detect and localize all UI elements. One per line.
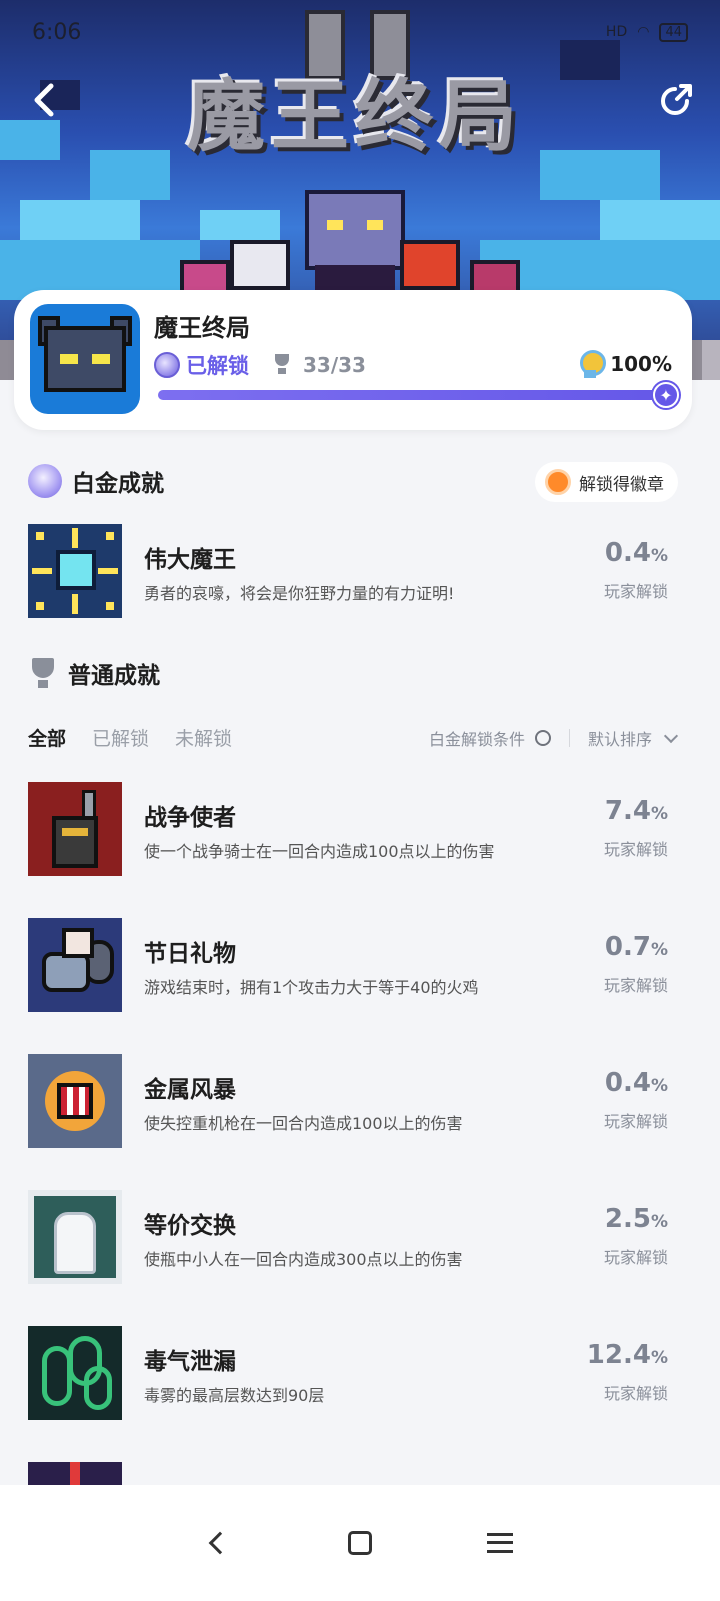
platinum-icon — [28, 464, 62, 498]
banner-logo: 魔王终局 — [186, 72, 523, 162]
completion-percent: 100% — [610, 352, 672, 376]
achievement-rate-label: 玩家解锁 — [603, 1248, 668, 1267]
achievement-desc: 使瓶中小人在一回合内造成300点以上的伤害 — [144, 1250, 463, 1269]
status-bar: 6:06 HD ◠ 44 — [0, 0, 720, 64]
radio-icon[interactable] — [534, 730, 551, 746]
achievement-item[interactable]: 节日礼物 游戏结束时，拥有1个攻击力大于等于40的火鸡 0.7% 玩家解锁 — [28, 918, 678, 1014]
achievement-rate: 12.4% — [586, 1340, 668, 1370]
achievement-desc: 游戏结束时，拥有1个攻击力大于等于40的火鸡 — [144, 978, 479, 997]
platinum-trophy-icon — [154, 352, 180, 378]
status-time: 6:06 — [32, 19, 82, 45]
system-back-button[interactable] — [200, 1523, 240, 1563]
achievement-item[interactable]: 金属风暴 使失控重机枪在一回合内造成100以上的伤害 0.4% 玩家解锁 — [28, 1054, 678, 1150]
wifi-icon: ◠ — [637, 24, 650, 40]
platinum-achievement-item[interactable]: 伟大魔王 勇者的哀嚎，将会是你狂野力量的有力证明! 0.4% 玩家解锁 — [28, 524, 678, 620]
achievement-title: 伟大魔王 — [144, 547, 236, 573]
achievement-title: 金属风暴 — [144, 1077, 236, 1103]
achievement-rate: 7.4% — [604, 796, 668, 826]
medal-icon — [578, 350, 607, 378]
achievement-desc: 使失控重机枪在一回合内造成100以上的伤害 — [144, 1114, 463, 1133]
filter-controls: 白金解锁条件 默认排序 — [429, 726, 679, 750]
completion: 100% — [578, 350, 672, 378]
tab-all[interactable]: 全部 — [28, 724, 66, 751]
metal-storm-icon — [28, 1054, 122, 1148]
tab-unlocked[interactable]: 已解锁 — [92, 724, 149, 751]
achievement-rate: 0.4% — [604, 1068, 668, 1098]
trophy-icon — [28, 656, 58, 690]
achievement-desc: 毒雾的最高层数达到90层 — [144, 1386, 325, 1405]
back-icon — [208, 1531, 232, 1555]
achievement-title: 节日礼物 — [144, 941, 236, 967]
platinum-section-title: 白金成就 — [72, 471, 164, 497]
war-messenger-icon — [28, 782, 122, 876]
badge-icon — [545, 469, 571, 495]
unlock-status: 已解锁 — [186, 354, 249, 378]
achievement-title: 战争使者 — [144, 805, 236, 831]
achievement-rate: 0.4% — [604, 538, 668, 568]
achievement-title: 毒气泄漏 — [144, 1349, 236, 1375]
normal-section-header: 普通成就 — [28, 656, 160, 690]
chevron-left-icon — [34, 83, 54, 117]
sort-dropdown[interactable]: 默认排序 — [588, 726, 652, 750]
demon-king-art — [295, 170, 415, 305]
achievement-rate-label: 玩家解锁 — [603, 840, 668, 859]
achievement-item[interactable]: 等价交换 使瓶中小人在一回合内造成300点以上的伤害 2.5% 玩家解锁 — [28, 1190, 678, 1286]
trophy-count: 33/33 — [303, 353, 366, 377]
achievement-item[interactable]: 战争使者 使一个战争骑士在一回合内造成100点以上的伤害 7.4% 玩家解锁 — [28, 782, 678, 878]
achievement-icon — [28, 1462, 122, 1486]
achievement-desc: 使一个战争骑士在一回合内造成100点以上的伤害 — [144, 842, 495, 861]
poison-leak-icon — [28, 1326, 122, 1420]
system-home-button[interactable] — [340, 1523, 380, 1563]
back-button[interactable] — [22, 78, 66, 122]
system-navigation-bar — [0, 1485, 720, 1601]
share-icon — [661, 84, 692, 115]
platinum-section-header: 白金成就 — [28, 464, 164, 498]
achievement-rate-label: 玩家解锁 — [603, 976, 668, 995]
unlock-badge-label: 解锁得徽章 — [579, 474, 664, 495]
platinum-condition-filter[interactable]: 白金解锁条件 — [429, 726, 525, 750]
achievement-item[interactable]: 毒气泄漏 毒雾的最高层数达到90层 12.4% 玩家解锁 — [28, 1326, 678, 1422]
battery-icon: 44 — [659, 22, 688, 42]
achievement-rate-label: 玩家解锁 — [603, 582, 668, 601]
filter-tabs: 全部 已解锁 未解锁 — [28, 724, 232, 751]
sparkle-icon: ✦ — [653, 382, 679, 408]
game-title: 魔王终局 — [154, 314, 250, 342]
holiday-gift-icon — [28, 918, 122, 1012]
achievement-rate-label: 玩家解锁 — [603, 1384, 668, 1403]
achievement-rate: 0.7% — [604, 932, 668, 962]
home-icon — [348, 1531, 372, 1555]
system-menu-button[interactable] — [480, 1523, 520, 1563]
unlock-status-row: 已解锁 33/33 — [154, 350, 366, 380]
trophy-icon — [273, 354, 291, 376]
signal-icon: HD — [605, 24, 628, 40]
completion-progress-bar: ✦ — [158, 382, 679, 408]
unlock-badge-button[interactable]: 解锁得徽章 — [535, 462, 678, 502]
achievement-rate-label: 玩家解锁 — [603, 1112, 668, 1131]
menu-icon — [487, 1533, 513, 1553]
tab-locked[interactable]: 未解锁 — [175, 724, 232, 751]
achievement-title: 等价交换 — [144, 1213, 236, 1239]
equal-exchange-icon — [28, 1190, 122, 1284]
achievement-desc: 勇者的哀嚎，将会是你狂野力量的有力证明! — [144, 584, 455, 603]
normal-section-title: 普通成就 — [68, 663, 160, 689]
share-button[interactable] — [654, 78, 698, 122]
game-summary-card: 魔王终局 已解锁 33/33 100% ✦ — [14, 290, 692, 430]
achievement-rate: 2.5% — [604, 1204, 668, 1234]
game-icon[interactable] — [30, 304, 140, 414]
achievement-item-partial[interactable] — [28, 1462, 678, 1486]
great-demon-king-icon — [28, 524, 122, 618]
chevron-down-icon[interactable] — [663, 728, 679, 743]
progress-fill — [158, 390, 666, 400]
